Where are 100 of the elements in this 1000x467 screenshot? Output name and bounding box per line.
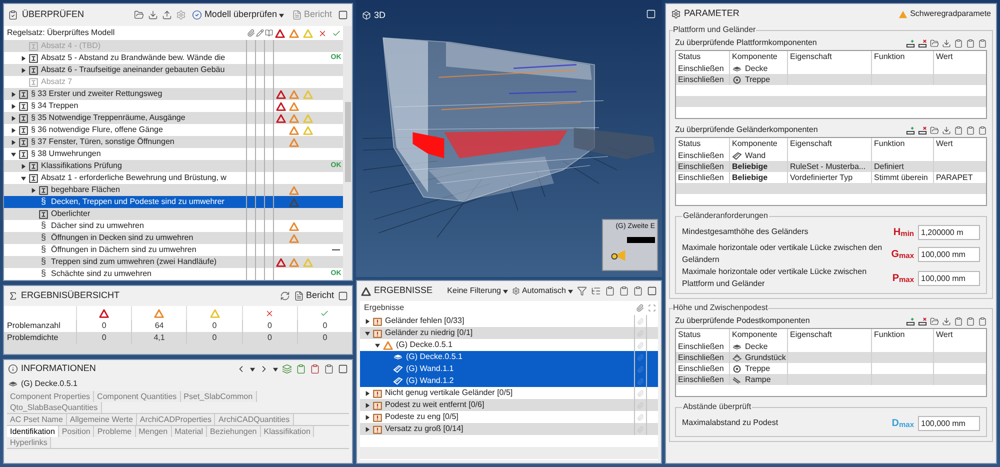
remove-row-icon[interactable] [918, 316, 927, 326]
clipboard-icon[interactable] [978, 38, 987, 48]
remove-row-icon[interactable] [918, 38, 927, 48]
caret-right-icon[interactable] [10, 104, 16, 108]
download-icon[interactable] [148, 10, 158, 20]
tab[interactable]: Qto_SlabBaseQuantities [7, 402, 102, 413]
tab[interactable]: Allgemeine Werte [66, 414, 137, 425]
clipboard-icon[interactable] [954, 126, 963, 134]
download-icon[interactable] [942, 316, 951, 326]
tab[interactable]: Component Properties [7, 391, 94, 402]
table-row[interactable]: Einschließen Beliebige RuleSet - Musterba... Definiert [676, 161, 986, 172]
caret-right-icon[interactable] [364, 390, 370, 396]
tree-row[interactable]: Geländer zu niedrig [0/1] [360, 327, 658, 339]
tree-row[interactable]: (G) Wand.1.2 [360, 375, 658, 387]
folder-icon[interactable] [930, 316, 939, 326]
report-button[interactable]: Bericht [294, 289, 334, 303]
caret-down-icon[interactable] [10, 152, 16, 156]
caret-right-icon[interactable] [20, 164, 26, 168]
tab[interactable]: ArchiCADQuantities [215, 414, 294, 425]
tree-row[interactable]: § Öffnungen in Dächern sind zu umwehren — [4, 244, 343, 256]
value-field[interactable]: 100,000 mm [918, 246, 980, 262]
tab[interactable]: Position [58, 426, 94, 437]
folder-icon[interactable] [930, 38, 939, 48]
folder-icon[interactable] [134, 10, 144, 20]
caret-down-icon[interactable] [20, 176, 26, 180]
tree-row[interactable]: § Dächer sind zu umwehren [4, 220, 343, 232]
tab[interactable]: AC Pset Name [7, 414, 67, 425]
mode-dropdown[interactable]: Automatisch [512, 285, 573, 297]
tree-row[interactable]: § 35 Notwendige Treppenräume, Ausgänge [4, 112, 343, 124]
caret-right-icon[interactable] [10, 116, 16, 120]
add-row-icon[interactable] [906, 316, 915, 326]
caret-down-icon[interactable] [568, 288, 573, 294]
clipboard-icon[interactable] [954, 316, 963, 326]
tree-row[interactable]: Absatz 6 - Traufseitige aneinander gebauten Gebäu [4, 64, 343, 76]
clipboard-icon[interactable] [296, 364, 306, 374]
caret-right-icon[interactable] [10, 128, 16, 132]
gear-icon[interactable] [512, 287, 520, 295]
caret-right-icon[interactable] [364, 426, 370, 432]
value-field[interactable]: 100,000 mm [918, 270, 980, 286]
clipboard-icon[interactable] [966, 316, 975, 326]
maximize-icon[interactable] [338, 291, 348, 301]
tree-row[interactable]: § 36 notwendige Flure, offene Gänge [4, 124, 343, 136]
add-row-icon[interactable] [906, 126, 915, 134]
caret-right-icon[interactable] [364, 402, 370, 408]
tree-row[interactable]: § 34 Treppen [4, 100, 343, 112]
tab[interactable]: ArchiCADProperties [136, 414, 216, 425]
tree-row[interactable]: § 33 Erster und zweiter Rettungsweg [4, 88, 343, 100]
value-field[interactable]: 100,000 mm [918, 416, 980, 430]
add-row-icon[interactable] [906, 38, 915, 48]
scrollbar[interactable] [343, 26, 352, 280]
upload-icon[interactable] [162, 10, 172, 20]
tree-row[interactable]: § Decken, Treppen und Podeste sind zu umwehrer [4, 196, 343, 208]
maximize-icon[interactable] [338, 10, 348, 20]
maximize-icon[interactable] [338, 364, 348, 374]
tab[interactable]: Component Quantities [94, 391, 181, 402]
clipboard-icon[interactable] [978, 126, 987, 134]
table-row[interactable]: Einschließen Treppe [676, 74, 986, 85]
clipboard-icon[interactable] [619, 286, 629, 296]
caret-down-icon[interactable] [374, 342, 380, 348]
severity-button[interactable]: Schweregradparamete [898, 8, 991, 20]
refresh-icon[interactable] [280, 291, 290, 301]
tab[interactable]: Mengen [136, 426, 172, 437]
list-tree-icon[interactable] [591, 286, 601, 296]
circle-check-icon[interactable] [192, 10, 202, 20]
report-icon[interactable] [294, 291, 304, 301]
tree-row[interactable]: Versatz zu groß [0/14] [360, 423, 658, 435]
tree-row[interactable]: § 37 Fenster, Türen, sonstige Öffnungen [4, 136, 343, 148]
caret-right-icon[interactable] [20, 56, 26, 60]
clipboard-icon[interactable] [954, 38, 963, 48]
caret-right-icon[interactable] [10, 92, 16, 96]
tree-row[interactable]: § 38 Umwehrungen [4, 148, 343, 160]
table-row[interactable]: Einschließen Rampe [676, 374, 986, 385]
tree-row[interactable]: § Treppen sind zum umwehren (zwei Handläufe) [4, 256, 343, 268]
caret-down-icon[interactable] [278, 12, 284, 18]
tree-row[interactable]: Podest zu weit entfernt [0/6] [360, 399, 658, 411]
value-field[interactable]: 1,200000 m [918, 224, 980, 240]
table-row[interactable]: Einschließen Grundstück [676, 352, 986, 363]
folder-icon[interactable] [930, 126, 939, 134]
filter-dropdown[interactable]: Keine Filterung [447, 285, 508, 297]
tree-row[interactable]: (G) Decke.0.5.1 [360, 351, 658, 363]
tab[interactable]: Material [172, 426, 208, 437]
tree-row[interactable]: begehbare Flächen [4, 184, 343, 196]
clipboard-icon[interactable] [978, 316, 987, 326]
caret-right-icon[interactable] [364, 414, 370, 420]
clipboard-icon[interactable] [633, 286, 643, 296]
tab[interactable]: Pset_SlabCommon [180, 391, 257, 402]
tab[interactable]: Hyperlinks [7, 437, 52, 448]
caret-right-icon[interactable] [364, 318, 370, 324]
layers-icon[interactable] [282, 364, 292, 374]
caret-down-icon[interactable] [502, 288, 508, 294]
tab[interactable]: Identifikation [7, 426, 59, 437]
caret-down-icon[interactable] [273, 366, 278, 372]
tab[interactable]: Klassifikation [260, 426, 314, 437]
caret-right-icon[interactable] [30, 188, 36, 192]
clipboard-icon[interactable] [310, 364, 320, 374]
download-icon[interactable] [942, 38, 951, 48]
clipboard-icon[interactable] [966, 126, 975, 134]
clipboard-icon[interactable] [324, 364, 334, 374]
remove-row-icon[interactable] [918, 126, 927, 134]
caret-right-icon[interactable] [20, 68, 26, 72]
